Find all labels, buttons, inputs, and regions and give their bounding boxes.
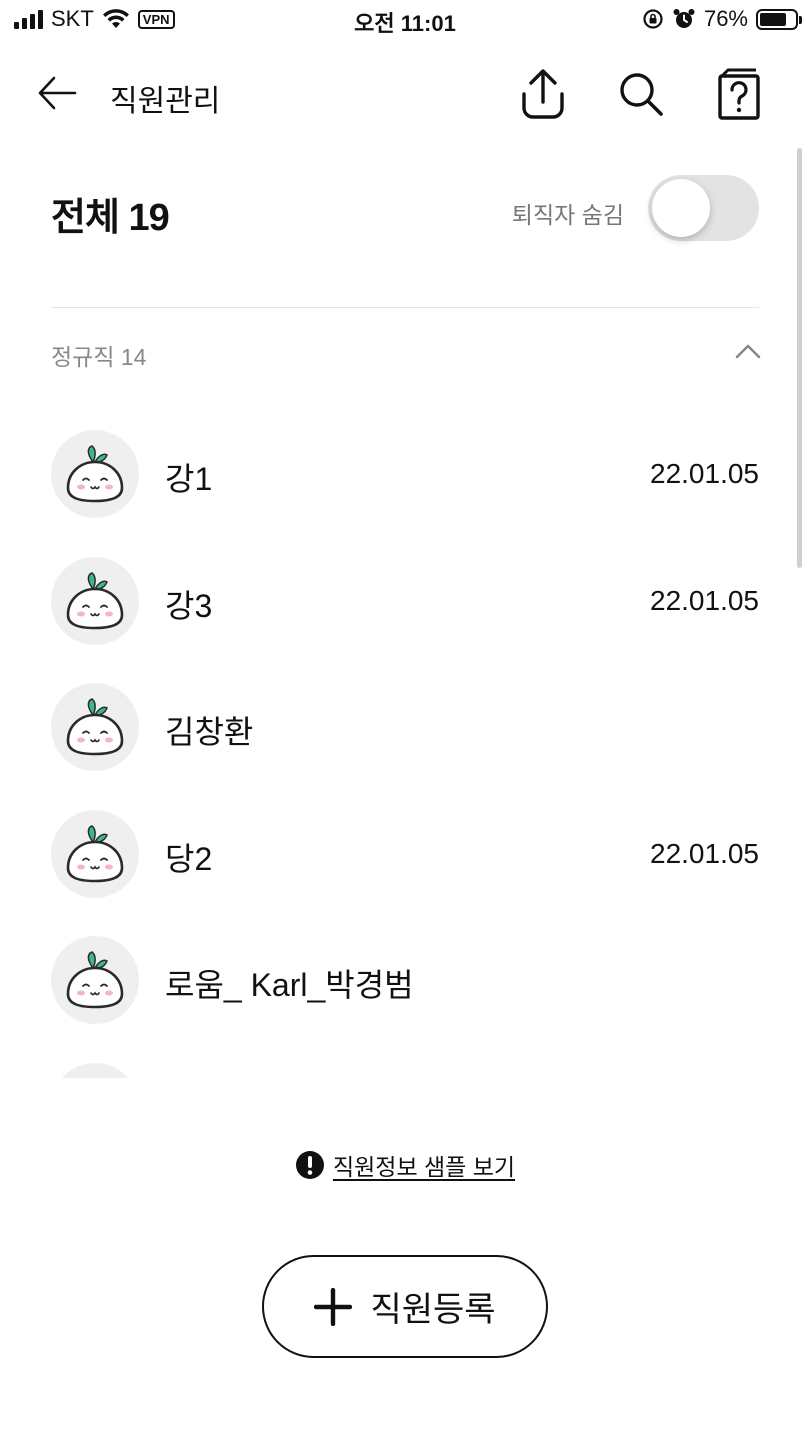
avatar <box>51 683 139 771</box>
collapse-section-button[interactable] <box>728 333 768 369</box>
help-button[interactable] <box>711 64 767 124</box>
back-button[interactable] <box>34 70 80 116</box>
employee-row[interactable]: 로움_ Karl_박경범 <box>0 916 800 1042</box>
app-header: 직원관리 <box>0 60 810 126</box>
avatar <box>51 556 139 645</box>
battery-icon <box>756 8 802 30</box>
rotation-lock-icon <box>643 9 663 29</box>
employee-name: 김창환 <box>165 714 254 750</box>
exclamation-icon <box>295 1151 324 1179</box>
radish-mascot-icon <box>91 1077 93 1078</box>
employee-name: 당2 <box>165 840 213 877</box>
share-button[interactable] <box>515 64 571 124</box>
divider <box>51 307 759 308</box>
radish-mascot-icon <box>66 951 124 1009</box>
alarm-icon <box>673 9 695 28</box>
sample-link-label: 직원정보 샘플 보기 <box>332 1154 516 1180</box>
employee-join-date: 22.01.05 <box>650 458 759 489</box>
sample-info-link[interactable]: 직원정보 샘플 보기 <box>0 1148 810 1182</box>
share-icon <box>522 69 564 119</box>
register-employee-button[interactable]: 직원등록 <box>262 1255 548 1358</box>
radish-mascot-icon <box>66 698 124 756</box>
employee-row[interactable]: 김창환 <box>0 663 800 789</box>
employee-row[interactable]: 강3 22.01.05 <box>0 537 800 663</box>
avatar <box>51 809 139 898</box>
radish-mascot-icon <box>66 445 124 503</box>
search-icon <box>620 73 663 116</box>
hide-retired-label: 퇴직자 숨김 <box>511 202 624 228</box>
chevron-up-icon <box>735 344 761 359</box>
section-title-regular: 정규직 14 <box>51 344 147 370</box>
plus-icon <box>314 1287 353 1326</box>
employee-name: 강1 <box>165 461 213 497</box>
employee-name: 강3 <box>165 587 213 624</box>
scrollbar[interactable] <box>797 148 802 568</box>
radish-mascot-icon <box>66 571 124 629</box>
avatar <box>51 936 139 1024</box>
employee-list[interactable]: 강1 22.01.05 강3 22.01.05 김창환 당2 22.01.05 <box>0 410 800 1078</box>
avatar <box>51 1062 139 1078</box>
avatar <box>51 430 139 518</box>
employee-join-date: 22.01.05 <box>650 584 759 616</box>
employee-name: 로움_ Karl_박경범 <box>165 967 414 1003</box>
employee-join-date: 22.01.05 <box>650 837 759 869</box>
battery-percent: 76% <box>703 6 748 31</box>
page-title: 직원관리 <box>110 85 221 118</box>
radish-mascot-icon <box>66 824 124 882</box>
total-count: 전체 19 <box>51 197 170 239</box>
employee-row[interactable]: 당2 22.01.05 <box>0 790 800 916</box>
employee-row[interactable] <box>0 1043 800 1078</box>
register-label: 직원등록 <box>370 1291 496 1329</box>
back-arrow-icon <box>38 76 77 110</box>
help-book-icon <box>718 68 760 120</box>
hide-retired-toggle[interactable] <box>648 175 759 241</box>
status-right: 76% <box>642 6 802 32</box>
search-button[interactable] <box>613 64 669 124</box>
toggle-knob <box>652 179 710 237</box>
battery-level <box>760 12 786 26</box>
employee-row[interactable]: 강1 22.01.05 <box>0 410 800 536</box>
status-bar: SKT VPN 오전 11:01 76% <box>0 0 810 42</box>
